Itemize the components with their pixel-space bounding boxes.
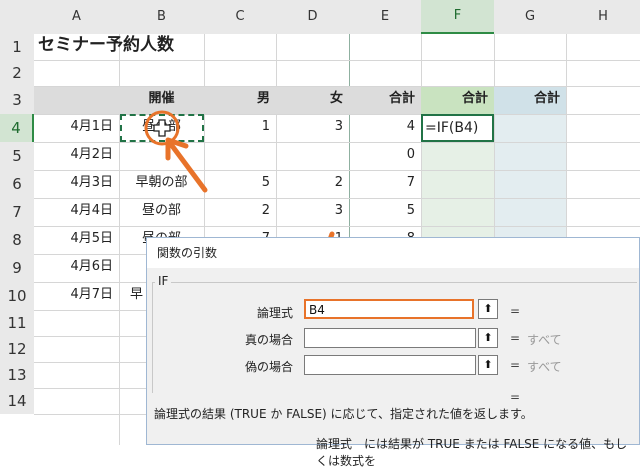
column-header-e[interactable]: E xyxy=(349,0,421,34)
logical-test-input[interactable]: B4 xyxy=(304,299,474,319)
select-all-corner[interactable] xyxy=(0,0,34,34)
value-if-true-input[interactable] xyxy=(304,328,476,348)
cell-total[interactable]: 5 xyxy=(349,198,421,226)
cell-male[interactable]: 1 xyxy=(204,114,276,142)
formula-result: = xyxy=(510,390,521,404)
collapse-dialog-button-value-if-false[interactable]: ⬆ xyxy=(478,355,498,375)
range-selector-icon: ⬆ xyxy=(483,331,493,344)
row-header-1[interactable]: 1 xyxy=(0,34,34,60)
row-header-6[interactable]: 6 xyxy=(0,170,34,198)
column-header-d[interactable]: D xyxy=(276,0,349,34)
cell-male[interactable]: 2 xyxy=(204,198,276,226)
column-header-c[interactable]: C xyxy=(204,0,276,34)
row-header-14[interactable]: 14 xyxy=(0,388,34,414)
header-total-f[interactable]: 合計 xyxy=(421,86,494,114)
dialog-title[interactable]: 関数の引数 xyxy=(147,238,639,268)
row-header-2[interactable]: 2 xyxy=(0,60,34,86)
argument-description: 論理式 には結果が TRUE または FALSE になる値、もしくは数式を xyxy=(316,437,628,468)
cell-female[interactable]: 3 xyxy=(276,114,349,142)
column-header-b[interactable]: B xyxy=(119,0,204,34)
cell-total[interactable]: 7 xyxy=(349,170,421,198)
cell-male[interactable]: 5 xyxy=(204,170,276,198)
arg-label-value-if-true: 真の場合 xyxy=(244,333,293,347)
function-description: 論理式の結果 (TRUE か FALSE) に応じて、指定された値を返します。 xyxy=(154,407,533,421)
reference-marquee xyxy=(120,114,204,142)
collapse-dialog-button-value-if-true[interactable]: ⬆ xyxy=(478,328,498,348)
cell-female[interactable]: 2 xyxy=(276,170,349,198)
cell-total[interactable]: 4 xyxy=(349,114,421,142)
cell-total[interactable]: 0 xyxy=(349,142,421,170)
header-female[interactable]: 女 xyxy=(276,86,349,114)
arg-label-logical-test: 論理式 xyxy=(256,306,293,320)
sheet-title[interactable]: セミナー予約人数 xyxy=(38,32,338,60)
collapse-dialog-button-logical-test[interactable]: ⬆ xyxy=(478,299,498,319)
row-header-7[interactable]: 7 xyxy=(0,198,34,226)
row-header-11[interactable]: 11 xyxy=(0,310,34,336)
row-header-8[interactable]: 8 xyxy=(0,226,34,254)
cell-female[interactable]: 3 xyxy=(276,198,349,226)
row-header-13[interactable]: 13 xyxy=(0,362,34,388)
row-header-10[interactable]: 10 xyxy=(0,282,34,310)
arg-hint-value-if-true: すべて xyxy=(527,333,562,347)
row-header-9[interactable]: 9 xyxy=(0,254,34,282)
range-selector-icon: ⬆ xyxy=(483,302,493,315)
cell-date[interactable]: 4月1日 xyxy=(34,114,119,142)
column-header-a[interactable]: A xyxy=(34,0,119,34)
row-header-12[interactable]: 12 xyxy=(0,336,34,362)
row-header-3[interactable]: 3 xyxy=(0,86,34,114)
row-header-4[interactable]: 4 xyxy=(0,114,34,142)
active-cell-formula[interactable]: =IF(B4) xyxy=(421,114,494,142)
header-session[interactable]: 開催 xyxy=(119,86,204,114)
cell-date[interactable]: 4月6日 xyxy=(34,254,119,282)
header-total-e[interactable]: 合計 xyxy=(349,86,421,114)
cell-date[interactable]: 4月5日 xyxy=(34,226,119,254)
cell-date[interactable]: 4月2日 xyxy=(34,142,119,170)
range-selector-icon: ⬆ xyxy=(483,358,493,371)
value-if-false-input[interactable] xyxy=(304,355,476,375)
function-name-label: IF xyxy=(155,274,172,288)
arg-hint-value-if-false: すべて xyxy=(527,360,562,374)
row-header-5[interactable]: 5 xyxy=(0,142,34,170)
header-male[interactable]: 男 xyxy=(204,86,276,114)
arg-result-value-if-true: = xyxy=(510,331,521,345)
arg-label-value-if-false: 偽の場合 xyxy=(244,360,293,374)
column-header-f[interactable]: F xyxy=(421,0,494,34)
spreadsheet: A B C D E F G H 1 2 3 4 5 6 7 8 9 10 11 … xyxy=(0,0,640,468)
function-arguments-dialog[interactable]: 関数の引数 IF 論理式 B4 ⬆ = 真の場合 ⬆ = すべて 偽の場合 ⬆ … xyxy=(146,237,640,468)
cell-date[interactable]: 4月7日 xyxy=(34,282,119,310)
cell-session[interactable]: 早朝の部 xyxy=(119,170,204,198)
column-header-g[interactable]: G xyxy=(494,0,566,34)
arg-result-value-if-false: = xyxy=(510,358,521,372)
header-total-g[interactable]: 合計 xyxy=(494,86,566,114)
cell-date[interactable]: 4月4日 xyxy=(34,198,119,226)
cell-date[interactable]: 4月3日 xyxy=(34,170,119,198)
cell-session[interactable]: 昼の部 xyxy=(119,198,204,226)
column-header-h[interactable]: H xyxy=(566,0,640,34)
arg-result-logical-test: = xyxy=(510,304,521,318)
